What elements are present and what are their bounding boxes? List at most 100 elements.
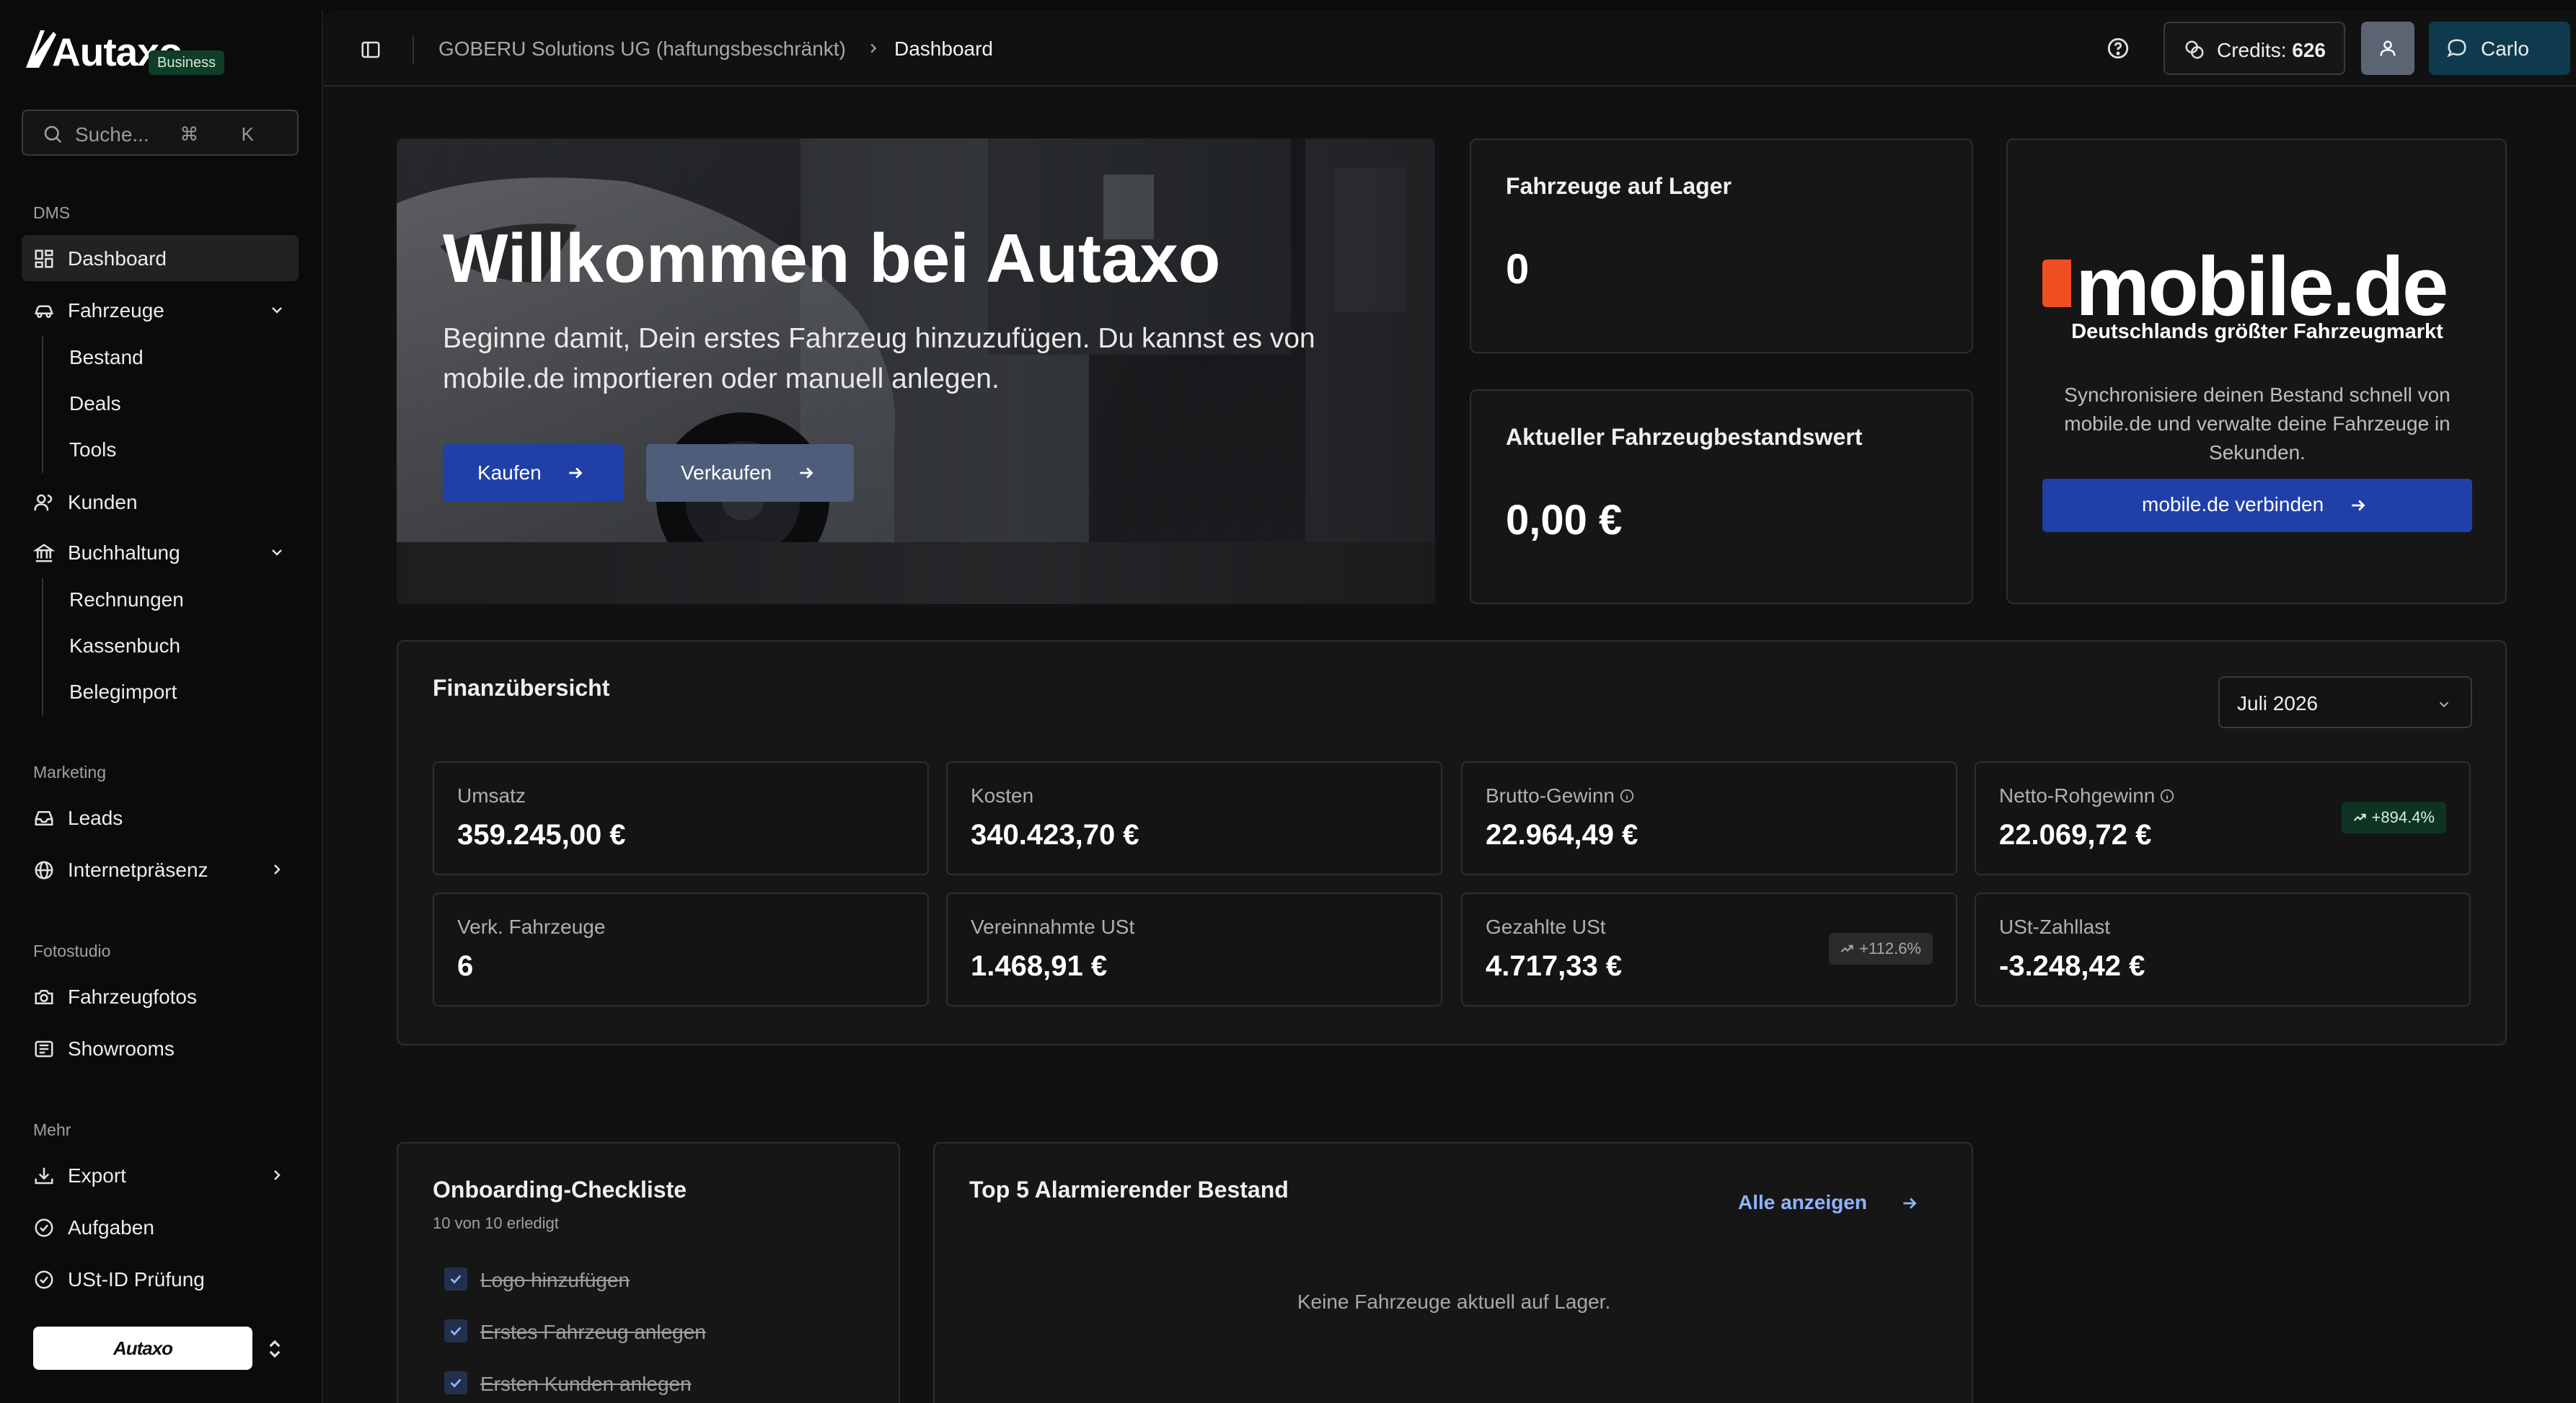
mobile-de-description: Synchronisiere deinen Bestand schnell vo… — [2064, 384, 2451, 464]
connect-button-label: mobile.de verbinden — [2142, 493, 2324, 515]
camera-icon — [35, 990, 53, 1004]
checkbox-checked[interactable] — [444, 1267, 467, 1291]
checklist-item-label: Logo hinzufügen — [480, 1269, 630, 1291]
sidebar-item-label: Internetpräsenz — [68, 859, 208, 881]
app-logo[interactable]: Autaxo Business — [25, 27, 225, 78]
chevron-right-icon — [274, 864, 281, 875]
period-select[interactable]: Juli 2026 — [2218, 676, 2472, 728]
hero-title: Willkommen bei Autaxo — [443, 220, 1221, 297]
sidebar-subitem-deals[interactable]: Deals — [69, 392, 121, 415]
stat-kosten: Kosten 340.423,70 € — [946, 761, 1442, 875]
chevron-right-icon — [274, 1170, 281, 1180]
info-icon[interactable] — [1619, 788, 1635, 804]
sidebar-item-dashboard[interactable]: Dashboard — [22, 235, 299, 281]
sidebar-item-buchhaltung[interactable]: Buchhaltung — [22, 529, 299, 575]
sidebar-item-ustid[interactable]: USt-ID Prüfung — [22, 1256, 299, 1302]
sidebar-item-internetpraesenz[interactable]: Internetpräsenz — [22, 846, 299, 893]
sidebar-item-leads[interactable]: Leads — [22, 795, 299, 841]
stat-vereinnahmte-ust: Vereinnahmte USt 1.468,91 € — [946, 893, 1442, 1006]
stat-value: 1.468,91 € — [971, 950, 1108, 982]
sidebar-toggle-icon[interactable] — [359, 39, 382, 61]
chat-icon — [2447, 39, 2466, 58]
user-icon — [2380, 40, 2396, 56]
hero-subtitle: Beginne damit, Dein erstes Fahrzeug hinz… — [443, 323, 1315, 394]
stat-value: 6 — [457, 950, 474, 982]
empty-state-message: Keine Fahrzeuge aktuell auf Lager. — [1297, 1291, 1611, 1313]
sidebar-item-fahrzeugfotos[interactable]: Fahrzeugfotos — [22, 973, 299, 1019]
checkbox-checked[interactable] — [444, 1371, 467, 1394]
stat-label: Gezahlte USt — [1486, 916, 1606, 938]
sidebar-item-label: USt-ID Prüfung — [68, 1268, 205, 1291]
stock-value-amount: 0,00 € — [1506, 497, 1623, 544]
stat-value: -3.248,42 € — [1999, 950, 2145, 982]
chevron-down-icon — [272, 549, 282, 556]
breadcrumb-page: Dashboard — [894, 37, 993, 60]
stat-ust-zahllast: USt-Zahllast -3.248,42 € — [1975, 893, 2471, 1006]
sidebar-subitem-tools[interactable]: Tools — [69, 438, 116, 461]
chevrons-up-down-icon[interactable] — [264, 1337, 286, 1361]
dashboard-icon — [35, 249, 53, 268]
checkbox-checked[interactable] — [444, 1319, 467, 1342]
show-all-link[interactable]: Alle anzeigen — [1738, 1191, 1917, 1214]
sell-button-label: Verkaufen — [681, 461, 772, 484]
globe-icon — [35, 861, 53, 880]
topbar: GOBERU Solutions UG (haftungsbeschränkt)… — [323, 10, 2576, 87]
credits-value: 626 — [2292, 39, 2326, 61]
connect-mobile-de-button[interactable]: mobile.de verbinden — [2042, 479, 2472, 532]
buy-button[interactable]: Kaufen — [443, 444, 623, 502]
checklist-item-label: Ersten Kunden anlegen — [480, 1373, 692, 1395]
sell-button[interactable]: Verkaufen — [646, 444, 854, 502]
credits-button[interactable]: Credits: 626 — [2163, 22, 2345, 75]
sidebar-subitem-bestand[interactable]: Bestand — [69, 346, 144, 369]
check-icon — [450, 1275, 462, 1284]
sidebar-item-export[interactable]: Export — [22, 1152, 299, 1198]
sidebar-item-kunden[interactable]: Kunden — [22, 479, 299, 525]
download-icon — [35, 1167, 53, 1185]
breadcrumb-org[interactable]: GOBERU Solutions UG (haftungsbeschränkt) — [438, 37, 846, 61]
sidebar-item-label: Fahrzeuge — [68, 299, 164, 322]
sidebar-item-fahrzeuge[interactable]: Fahrzeuge — [22, 287, 299, 333]
user-button[interactable] — [2361, 22, 2414, 75]
stat-value: 340.423,70 € — [971, 819, 1139, 851]
finance-title: Finanzübersicht — [433, 675, 610, 701]
chevron-down-icon — [2439, 702, 2449, 708]
show-all-label: Alle anzeigen — [1738, 1191, 1867, 1213]
bank-icon — [33, 544, 55, 562]
stock-value-title: Aktueller Fahrzeugbestandswert — [1506, 424, 1863, 450]
chevron-right-icon — [870, 43, 877, 53]
stat-gezahlte-ust: Gezahlte USt 4.717,33 € +112.6% — [1461, 893, 1957, 1006]
sidebar-item-label: Dashboard — [68, 247, 167, 270]
arrow-right-icon — [1903, 1198, 1917, 1209]
sidebar-item-aufgaben[interactable]: Aufgaben — [22, 1204, 299, 1250]
newspaper-icon — [35, 1040, 53, 1058]
sidebar-item-label: Leads — [68, 807, 123, 829]
chevron-down-icon — [272, 307, 282, 314]
sidebar-subitem-belegimport[interactable]: Belegimport — [69, 681, 177, 704]
account-button[interactable]: Carlo — [2429, 22, 2570, 75]
finance-overview-card: Finanzübersicht Juli 2026 Umsatz 359.245… — [397, 640, 2507, 1045]
coins-icon — [2185, 40, 2204, 59]
org-switcher-name: Autaxo — [113, 1337, 173, 1359]
onboarding-title: Onboarding-Checkliste — [433, 1177, 687, 1203]
org-switcher[interactable]: Autaxo — [33, 1327, 252, 1370]
section-label-mehr: Mehr — [33, 1120, 71, 1139]
sidebar-subitem-kassenbuch[interactable]: Kassenbuch — [69, 634, 180, 658]
stat-label: Umsatz — [457, 784, 526, 807]
info-icon[interactable] — [2159, 788, 2175, 804]
help-icon[interactable] — [2106, 36, 2130, 61]
section-label-fotostudio: Fotostudio — [33, 942, 111, 960]
period-select-value: Juli 2026 — [2237, 692, 2319, 714]
search-input[interactable]: Suche... ⌘ K — [22, 110, 299, 156]
mobile-de-tagline: Deutschlands größter Fahrzeugmarkt — [2071, 320, 2443, 343]
welcome-hero: Willkommen bei Autaxo Beginne damit, Dei… — [397, 138, 1435, 604]
mobile-de-logo: mobile.de — [2042, 239, 2475, 333]
sidebar-item-label: Aufgaben — [68, 1216, 154, 1239]
stat-label: Netto-Rohgewinn — [1999, 784, 2156, 807]
sidebar-subitem-rechnungen[interactable]: Rechnungen — [69, 588, 184, 611]
stat-umsatz: Umsatz 359.245,00 € — [433, 761, 929, 875]
arrow-right-icon — [569, 467, 583, 479]
sidebar-item-label: Buchhaltung — [68, 541, 180, 564]
sidebar-item-showrooms[interactable]: Showrooms — [22, 1025, 299, 1071]
arrow-right-icon — [2352, 500, 2365, 511]
vehicles-in-stock-card: Fahrzeuge auf Lager 0 — [1470, 138, 1973, 353]
